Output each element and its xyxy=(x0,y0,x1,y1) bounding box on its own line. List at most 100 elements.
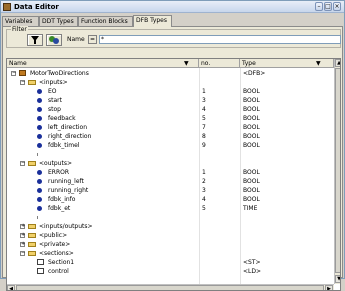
row-number[interactable] xyxy=(202,79,238,86)
row-type[interactable] xyxy=(243,250,331,257)
table-row[interactable]: fdbk_timel 9 BOOL xyxy=(7,142,334,149)
row-number[interactable]: 7 xyxy=(202,124,238,131)
scroll-left-button[interactable]: ◀ xyxy=(7,285,15,290)
scroll-right-button[interactable]: ▶ xyxy=(325,285,333,290)
row-name[interactable]: left_direction xyxy=(48,124,198,131)
tab-ddt-types[interactable]: DDT Types xyxy=(39,16,78,26)
row-name[interactable]: MotorTwoDirections xyxy=(30,70,198,77)
row-name[interactable]: <inputs> xyxy=(39,79,198,86)
row-name[interactable]: ERROR xyxy=(48,169,198,176)
tab-dfb-types[interactable]: DFB Types xyxy=(133,15,172,27)
row-number[interactable]: 8 xyxy=(202,133,238,140)
row-number[interactable] xyxy=(202,223,238,230)
column-header-no[interactable]: no. xyxy=(199,59,240,68)
filter-options-button[interactable] xyxy=(46,34,62,46)
table-row[interactable]: stop 4 BOOL xyxy=(7,106,334,113)
row-name[interactable]: start xyxy=(48,97,198,104)
row-type[interactable]: BOOL xyxy=(243,178,331,185)
row-number[interactable] xyxy=(202,70,238,77)
row-number[interactable]: 1 xyxy=(202,88,238,95)
minimize-button[interactable]: – xyxy=(315,2,323,11)
horizontal-scrollbar[interactable]: ◀ ▶ xyxy=(7,284,334,290)
row-name[interactable]: <sections> xyxy=(39,250,198,257)
row-type[interactable] xyxy=(243,79,331,86)
row-number[interactable]: 2 xyxy=(202,178,238,185)
row-type[interactable] xyxy=(243,241,331,248)
table-row[interactable]: feedback 5 BOOL xyxy=(7,115,334,122)
table-row[interactable]: start 3 BOOL xyxy=(7,97,334,104)
row-number[interactable]: 5 xyxy=(202,205,238,212)
row-name[interactable]: EO xyxy=(48,88,198,95)
row-number[interactable]: 4 xyxy=(202,106,238,113)
row-name[interactable]: <inputs/outputs> xyxy=(39,223,198,230)
row-number[interactable]: 5 xyxy=(202,115,238,122)
table-row[interactable]: ERROR 1 BOOL xyxy=(7,169,334,176)
collapse-icon[interactable]: − xyxy=(20,251,25,256)
row-number[interactable] xyxy=(202,250,238,257)
row-type[interactable]: BOOL xyxy=(243,196,331,203)
row-name[interactable] xyxy=(48,214,198,221)
row-number[interactable] xyxy=(202,151,238,158)
horizontal-scroll-thumb[interactable] xyxy=(16,285,324,290)
row-name[interactable]: stop xyxy=(48,106,198,113)
expand-icon[interactable]: + xyxy=(20,242,25,247)
tab-variables[interactable]: Variables xyxy=(2,16,39,26)
table-row[interactable]: control <LD> xyxy=(7,268,334,275)
table-row[interactable]: fdbk_info 4 BOOL xyxy=(7,196,334,203)
row-type[interactable]: BOOL xyxy=(243,187,331,194)
row-name[interactable]: control xyxy=(48,268,198,275)
maximize-button[interactable]: □ xyxy=(324,2,332,11)
expand-icon[interactable]: + xyxy=(20,233,25,238)
table-row[interactable]: EO 1 BOOL xyxy=(7,88,334,95)
collapse-icon[interactable]: − xyxy=(11,71,16,76)
row-type[interactable]: BOOL xyxy=(243,88,331,95)
filter-button[interactable] xyxy=(27,34,43,46)
table-row[interactable]: − <sections> xyxy=(7,250,334,257)
vertical-scrollbar[interactable]: ▲ ▼ xyxy=(334,59,340,284)
row-number[interactable]: 9 xyxy=(202,142,238,149)
row-type[interactable] xyxy=(243,160,331,167)
close-button[interactable]: × xyxy=(333,2,341,11)
title-bar[interactable]: Data Editor – □ × xyxy=(1,1,344,13)
row-number[interactable] xyxy=(202,160,238,167)
row-type[interactable]: BOOL xyxy=(243,169,331,176)
row-number[interactable] xyxy=(202,268,238,275)
name-filter-input[interactable] xyxy=(99,35,341,44)
row-type[interactable]: BOOL xyxy=(243,124,331,131)
row-type[interactable]: BOOL xyxy=(243,142,331,149)
row-number[interactable]: 3 xyxy=(202,97,238,104)
table-row[interactable]: running_left 2 BOOL xyxy=(7,178,334,185)
table-row[interactable]: running_right 3 BOOL xyxy=(7,187,334,194)
row-number[interactable]: 3 xyxy=(202,187,238,194)
collapse-icon[interactable]: − xyxy=(20,80,25,85)
table-row[interactable]: − MotorTwoDirections <DFB> xyxy=(7,70,334,77)
column-header-name[interactable]: Name ▼ xyxy=(7,59,199,68)
table-row[interactable]: Section1 <ST> xyxy=(7,259,334,266)
row-type[interactable] xyxy=(243,223,331,230)
table-row[interactable]: + <public> xyxy=(7,232,334,239)
row-type[interactable]: <DFB> xyxy=(243,70,331,77)
scroll-up-button[interactable]: ▲ xyxy=(335,59,340,67)
table-row[interactable]: + <private> xyxy=(7,241,334,248)
row-name[interactable]: fdbk_info xyxy=(48,196,198,203)
row-number[interactable] xyxy=(202,214,238,221)
row-type[interactable]: BOOL xyxy=(243,115,331,122)
table-row[interactable] xyxy=(7,151,334,158)
collapse-icon[interactable]: − xyxy=(20,161,25,166)
row-type[interactable]: BOOL xyxy=(243,106,331,113)
row-name[interactable]: running_left xyxy=(48,178,198,185)
table-row[interactable]: + <inputs/outputs> xyxy=(7,223,334,230)
row-type[interactable]: BOOL xyxy=(243,97,331,104)
tab-function-blocks[interactable]: Function Blocks xyxy=(78,16,133,26)
expand-icon[interactable]: + xyxy=(20,224,25,229)
row-type[interactable]: <ST> xyxy=(243,259,331,266)
row-name[interactable]: <private> xyxy=(39,241,198,248)
table-row[interactable] xyxy=(7,214,334,221)
row-name[interactable]: <public> xyxy=(39,232,198,239)
row-number[interactable] xyxy=(202,259,238,266)
table-row[interactable]: fdbk_et 5 TIME xyxy=(7,205,334,212)
row-name[interactable]: running_right xyxy=(48,187,198,194)
table-row[interactable]: − <inputs> xyxy=(7,79,334,86)
row-type[interactable]: TIME xyxy=(243,205,331,212)
row-number[interactable] xyxy=(202,241,238,248)
